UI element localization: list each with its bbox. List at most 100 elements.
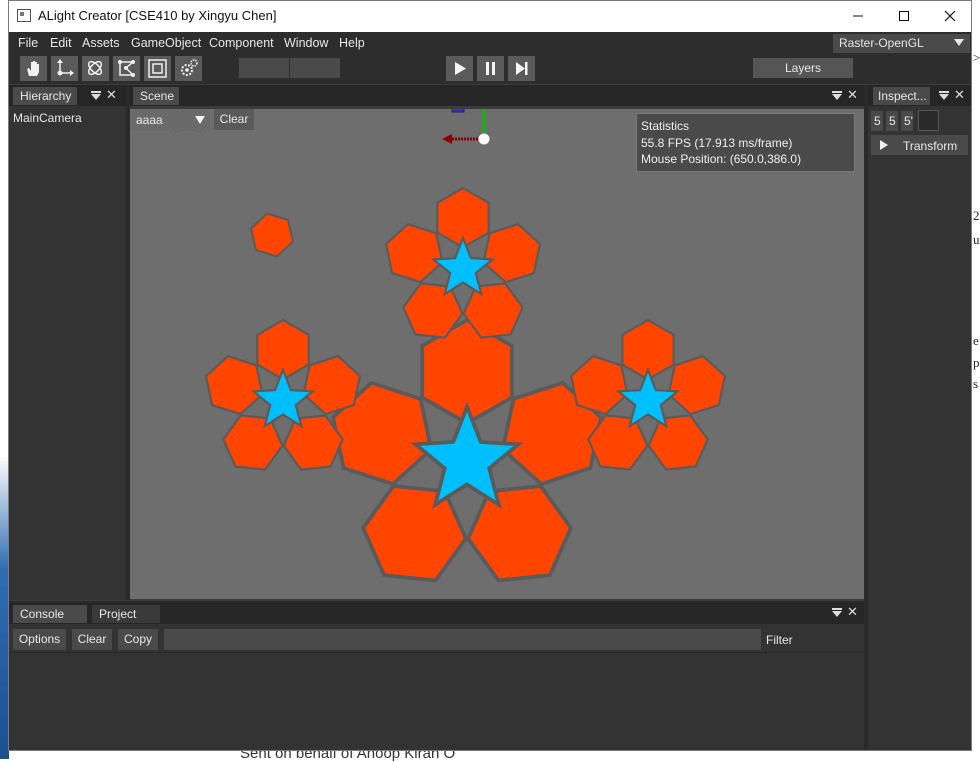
pause-button[interactable] [477,56,504,81]
panel-menu-icon[interactable] [939,91,949,100]
app-icon [17,9,31,22]
rotate-tool-button[interactable] [82,56,109,81]
close-icon [944,10,956,22]
minimize-icon [853,15,863,17]
menu-gameobject[interactable]: GameObject [131,36,201,50]
close-icon[interactable]: ✕ [847,88,858,101]
inspector-panel [868,85,971,750]
rect-tool-button[interactable] [144,56,171,81]
camera-select[interactable]: aaaa [131,109,210,131]
maximize-icon [899,11,909,21]
console-filter-input[interactable] [164,629,761,650]
menu-assets[interactable]: Assets [82,36,120,50]
scene-hexagon [465,484,574,583]
console-options-button[interactable]: Options [13,629,66,650]
menu-edit[interactable]: Edit [50,36,72,50]
console-copy-button[interactable]: Copy [118,629,158,650]
tab-hierarchy[interactable]: Hierarchy [13,87,77,105]
background-document-edge: > 2 u e p s [972,0,980,759]
console-clear-button[interactable]: Clear [72,629,112,650]
toolbar-blank-button[interactable] [290,58,340,78]
minimize-button[interactable] [835,1,881,32]
console-filter-label: Filter [766,633,793,647]
scene-viewport[interactable] [130,109,864,599]
pause-icon [486,62,495,75]
hierarchy-item-maincamera[interactable]: MainCamera [13,111,82,125]
scene-hexagon [222,414,284,471]
hand-tool-icon [27,61,39,76]
scale-tool-button[interactable] [113,56,140,81]
fps-readout: 55.8 FPS (17.913 ms/frame) [641,136,793,150]
inspector-field[interactable]: 5 [871,111,883,131]
transform-tool-icon [181,59,198,76]
renderer-select-value: Raster-OpenGL [839,36,924,50]
panel-menu-icon[interactable] [832,608,842,617]
divider [9,652,864,653]
scene-hexagon [482,222,542,284]
hand-tool-button[interactable] [20,56,47,81]
scene-hexagon [204,354,264,416]
scene-hexagon [249,212,295,258]
renderer-select[interactable]: Raster-OpenGL [833,34,970,53]
app-window: ALight Creator [CSE410 by Xingyu Chen] F… [8,0,972,751]
close-icon[interactable]: ✕ [106,88,117,101]
background-text-fragment: s [973,376,979,391]
maximize-button[interactable] [881,1,927,32]
transform-tool-button[interactable] [175,56,202,81]
rect-tool-icon [148,59,167,78]
color-swatch[interactable] [918,110,939,131]
close-icon[interactable]: ✕ [847,605,858,618]
inspector-field[interactable]: 5 [886,111,898,131]
console-panel [9,603,864,750]
menu-component[interactable]: Component [209,36,274,50]
panel-menu-icon[interactable] [91,91,101,100]
close-window-button[interactable] [927,1,971,32]
scene-header [130,85,864,106]
transform-gizmo[interactable] [442,109,490,145]
tab-inspector[interactable]: Inspect... [873,87,930,105]
background-text-fragment: > [973,50,980,65]
play-icon [455,62,466,75]
tab-scene[interactable]: Scene [133,87,179,105]
scene-hexagon [360,484,469,583]
rotate-tool-icon [87,60,103,76]
menu-window[interactable]: Window [284,36,328,50]
splitter[interactable] [9,601,864,603]
tab-console[interactable]: Console [13,605,87,623]
toolbar-blank-button[interactable] [239,58,289,78]
background-text-fragment: 2 [973,208,980,223]
scene-clear-button[interactable]: Clear [214,109,254,130]
camera-select-value: aaaa [136,113,163,127]
background-text-fragment: e [973,333,979,348]
window-title: ALight Creator [CSE410 by Xingyu Chen] [38,8,277,23]
scale-tool-icon [118,60,136,77]
chevron-down-icon [195,116,205,124]
panel-menu-icon[interactable] [832,91,842,100]
menu-help[interactable]: Help [339,36,365,50]
inspector-field[interactable]: 5' [901,111,913,131]
expand-arrow-icon [880,140,888,150]
title-bar[interactable]: ALight Creator [CSE410 by Xingyu Chen] [9,1,971,32]
transform-component-header[interactable]: Transform [871,135,968,155]
background-text-fragment: p [973,355,980,370]
menu-file[interactable]: File [18,36,38,50]
step-button[interactable] [508,56,535,81]
move-tool-button[interactable] [51,56,78,81]
scene-hexagon [667,354,727,416]
scene-hexagon [302,354,362,416]
step-forward-icon [516,62,528,75]
scene-hexagon [647,414,709,471]
scene-canvas[interactable] [130,109,864,599]
statistics-overlay: Statistics 55.8 FPS (17.913 ms/frame) Mo… [636,113,855,172]
scene-hexagon [384,222,444,284]
move-tool-icon [57,59,74,76]
chevron-down-icon [954,39,964,46]
background-text-fragment: u [973,232,980,247]
scene-hexagon [569,354,629,416]
close-icon[interactable]: ✕ [954,88,965,101]
transform-label: Transform [903,139,958,153]
mouse-position-readout: Mouse Position: (650.0,386.0) [641,152,802,166]
tab-project[interactable]: Project [92,605,160,623]
layers-dropdown[interactable]: Layers [753,58,853,78]
play-button[interactable] [446,56,473,81]
